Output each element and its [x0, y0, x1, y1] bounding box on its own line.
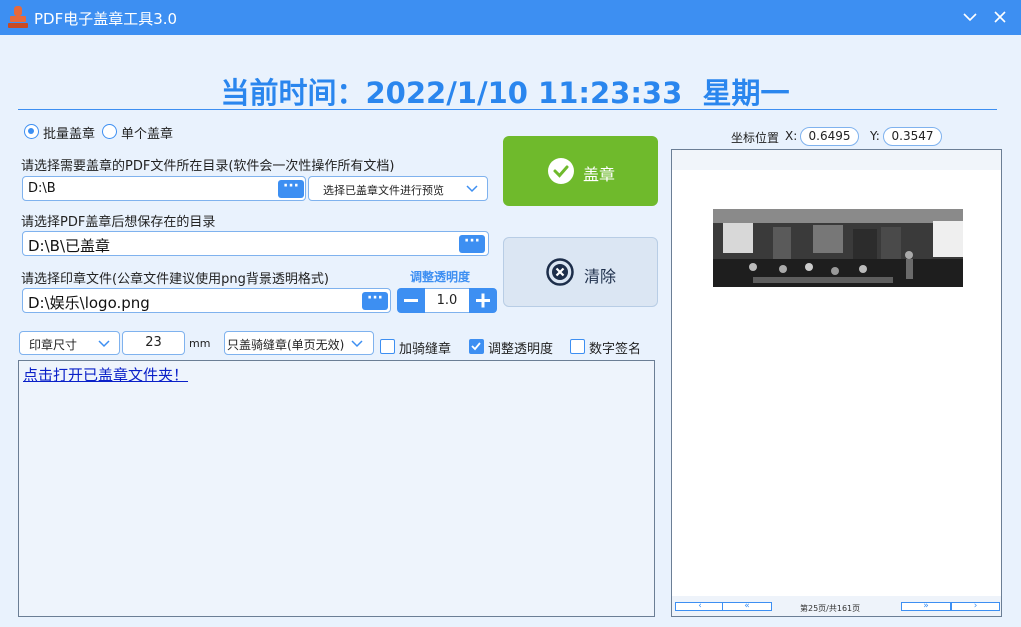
seal-size-unit: mm	[189, 337, 211, 350]
output-dir-value: D:\B\已盖章	[28, 237, 111, 255]
batch-mode-radio[interactable]	[24, 124, 39, 139]
y-coordinate-label: Y:	[870, 129, 880, 143]
page-info: 第25页/共161页	[800, 604, 861, 613]
seal-size-input[interactable]: 23	[122, 331, 185, 355]
last-page-button[interactable]: »	[901, 602, 951, 611]
minus-icon	[404, 299, 418, 302]
preview-pager: ‹ « 第25页/共161页 » ›	[672, 596, 1001, 616]
seal-size-select[interactable]: 印章尺寸	[19, 331, 120, 355]
prev-page-button[interactable]: ‹	[675, 602, 725, 611]
output-dir-label: 请选择PDF盖章后想保存在的目录	[21, 215, 216, 230]
log-panel[interactable]: 点击打开已盖章文件夹！	[18, 360, 655, 617]
seal-size-select-label: 印章尺寸	[29, 338, 78, 352]
clear-button-label: 清除	[584, 267, 617, 286]
source-dir-label: 请选择需要盖章的PDF文件所在目录(软件会一次性操作所有文档)	[21, 159, 395, 174]
current-time-display: 当前时间：2022/1/10 11:23:33 星期一	[0, 70, 1010, 112]
seal-file-label: 请选择印章文件(公章文件建议使用png背景透明格式)	[21, 272, 329, 287]
plus-icon	[476, 293, 490, 308]
x-coordinate-value: 0.6495	[800, 127, 859, 146]
pdf-preview-panel[interactable]: ‹ « 第25页/共161页 » ›	[671, 149, 1002, 617]
stamp-app-icon	[8, 6, 28, 30]
stamp-button-label: 盖章	[583, 165, 616, 184]
preview-file-select[interactable]: 选择已盖章文件进行预览	[308, 176, 488, 201]
title-bar: PDF电子盖章工具3.0	[0, 0, 1021, 35]
seam-stamp-label[interactable]: 加骑缝章	[399, 338, 451, 357]
checkmark-icon	[471, 342, 481, 351]
stamp-button[interactable]: 盖章	[503, 136, 658, 206]
seam-mode-select-label: 只盖骑缝章(单页无效)	[227, 338, 345, 352]
open-output-folder-link[interactable]: 点击打开已盖章文件夹！	[23, 364, 188, 385]
browse-output-button[interactable]: ···	[459, 234, 485, 253]
clock-datetime: 2022/1/10 11:23:33	[365, 76, 683, 110]
window-title: PDF电子盖章工具3.0	[34, 10, 178, 28]
preview-page-image	[713, 209, 963, 287]
clock-label: 当前时间：	[220, 76, 366, 110]
opacity-value-input[interactable]: 1.0	[425, 288, 469, 313]
adjust-opacity-label[interactable]: 调整透明度	[488, 338, 553, 357]
first-page-button[interactable]: «	[722, 602, 772, 611]
y-coordinate-value: 0.3547	[883, 127, 942, 146]
output-dir-field[interactable]: D:\B\已盖章 ···	[22, 231, 489, 256]
minimize-button[interactable]	[958, 5, 982, 29]
source-dir-value: D:\B	[28, 181, 56, 196]
chevron-down-icon	[351, 340, 363, 348]
preview-file-select-label: 选择已盖章文件进行预览	[323, 184, 444, 197]
browse-seal-button[interactable]: ···	[362, 291, 388, 310]
clock-weekday: 星期一	[702, 76, 790, 110]
digital-signature-label[interactable]: 数字签名	[589, 338, 641, 357]
seal-file-field[interactable]: D:\娱乐\logo.png ···	[22, 288, 391, 313]
x-coordinate-label: X:	[785, 129, 798, 143]
single-mode-radio[interactable]	[102, 124, 117, 139]
seam-stamp-checkbox[interactable]	[380, 339, 395, 354]
next-page-button[interactable]: ›	[951, 602, 1000, 611]
seam-mode-select[interactable]: 只盖骑缝章(单页无效)	[224, 331, 374, 355]
digital-signature-checkbox[interactable]	[570, 339, 585, 354]
preview-header-strip	[672, 150, 1001, 170]
source-dir-field[interactable]: D:\B ···	[22, 176, 306, 201]
clear-button[interactable]: 清除	[503, 237, 658, 307]
clear-x-circle-icon	[546, 258, 574, 286]
coordinate-label: 坐标位置	[731, 131, 780, 145]
chevron-down-icon	[963, 13, 977, 22]
opacity-decrease-button[interactable]	[397, 288, 425, 313]
check-circle-icon	[548, 158, 574, 184]
adjust-opacity-checkbox[interactable]	[469, 339, 484, 354]
close-icon	[994, 11, 1006, 23]
opacity-adjust-label: 调整透明度	[410, 270, 471, 284]
chevron-down-icon	[466, 185, 478, 193]
chevron-down-icon	[98, 340, 110, 348]
browse-source-button[interactable]: ···	[278, 179, 304, 198]
single-mode-label[interactable]: 单个盖章	[121, 123, 173, 142]
header-divider	[18, 109, 997, 110]
opacity-increase-button[interactable]	[469, 288, 497, 313]
batch-mode-label[interactable]: 批量盖章	[43, 123, 95, 142]
seal-file-value: D:\娱乐\logo.png	[28, 294, 150, 312]
close-button[interactable]	[988, 5, 1012, 29]
